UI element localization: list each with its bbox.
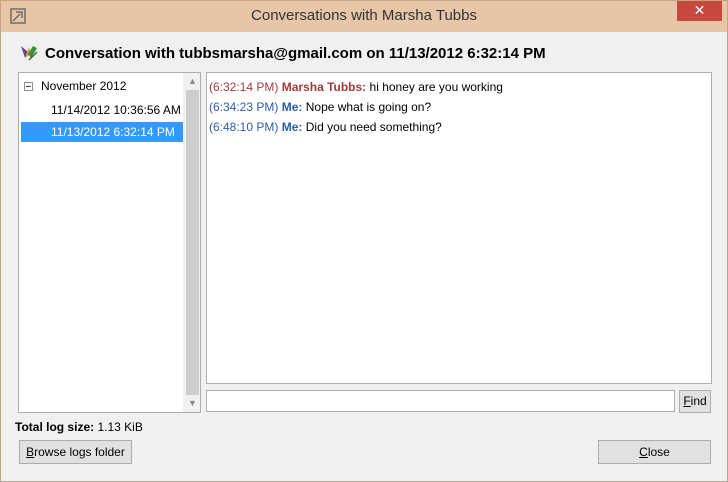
message-text: Nope what is going on? bbox=[305, 100, 432, 114]
close-label: lose bbox=[647, 445, 670, 459]
close-button[interactable]: Close bbox=[598, 440, 711, 464]
log-size-value: 1.13 KiB bbox=[97, 420, 143, 434]
message-text: hi honey are you working bbox=[369, 80, 503, 94]
close-accel: C bbox=[639, 445, 648, 459]
conversation-title: Conversation with tubbsmarsha@gmail.com … bbox=[45, 44, 546, 62]
browse-accel: B bbox=[26, 445, 35, 459]
pidgin-icon bbox=[21, 46, 38, 61]
scroll-down-icon[interactable]: ▼ bbox=[184, 395, 201, 412]
message-row: (6:34:23 PM) Me: Nope what is going on? bbox=[209, 97, 709, 117]
scroll-up-icon[interactable]: ▲ bbox=[184, 73, 201, 90]
log-size-label: Total log size: bbox=[15, 420, 95, 434]
message-sender: Me: bbox=[281, 120, 303, 134]
search-input[interactable] bbox=[206, 390, 675, 412]
browse-label: rowse logs folder bbox=[34, 445, 125, 459]
message-row: (6:48:10 PM) Me: Did you need something? bbox=[209, 117, 709, 137]
message-text: Did you need something? bbox=[305, 120, 442, 134]
conversation-header: Conversation with tubbsmarsha@gmail.com … bbox=[19, 43, 546, 63]
window-close-button[interactable]: ✕ bbox=[677, 1, 722, 21]
conversation-tree[interactable]: November 2012 11/14/2012 10:36:56 AM 11/… bbox=[18, 72, 201, 413]
browse-logs-button[interactable]: Browse logs folder bbox=[19, 440, 132, 464]
tree-list: November 2012 11/14/2012 10:36:56 AM 11/… bbox=[19, 73, 183, 412]
tree-group-label: November 2012 bbox=[41, 79, 127, 93]
find-button[interactable]: Find bbox=[679, 390, 711, 413]
titlebar: Conversations with Marsha Tubbs ✕ bbox=[1, 1, 727, 32]
tree-item-conversation[interactable]: 11/14/2012 10:36:56 AM bbox=[21, 100, 183, 120]
find-label: ind bbox=[690, 394, 707, 408]
conversation-log[interactable]: (6:32:14 PM) Marsha Tubbs: hi honey are … bbox=[206, 72, 712, 384]
tree-scrollbar[interactable]: ▲ ▼ bbox=[183, 73, 200, 412]
tree-item-conversation-selected[interactable]: 11/13/2012 6:32:14 PM bbox=[21, 122, 183, 142]
log-size: Total log size: 1.13 KiB bbox=[15, 420, 143, 434]
scrollbar-thumb[interactable] bbox=[186, 90, 199, 395]
find-accel: F bbox=[683, 394, 691, 408]
history-window: Conversations with Marsha Tubbs ✕ Conver… bbox=[0, 0, 728, 482]
message-time: (6:48:10 PM) bbox=[209, 120, 279, 134]
message-sender: Marsha Tubbs: bbox=[281, 80, 367, 94]
tree-group-month[interactable]: November 2012 bbox=[21, 77, 126, 95]
collapse-icon[interactable] bbox=[24, 81, 33, 91]
message-time: (6:32:14 PM) bbox=[209, 80, 279, 94]
window-title: Conversations with Marsha Tubbs bbox=[251, 7, 477, 24]
message-row: (6:32:14 PM) Marsha Tubbs: hi honey are … bbox=[209, 77, 709, 97]
message-time: (6:34:23 PM) bbox=[209, 100, 279, 114]
message-sender: Me: bbox=[281, 100, 303, 114]
